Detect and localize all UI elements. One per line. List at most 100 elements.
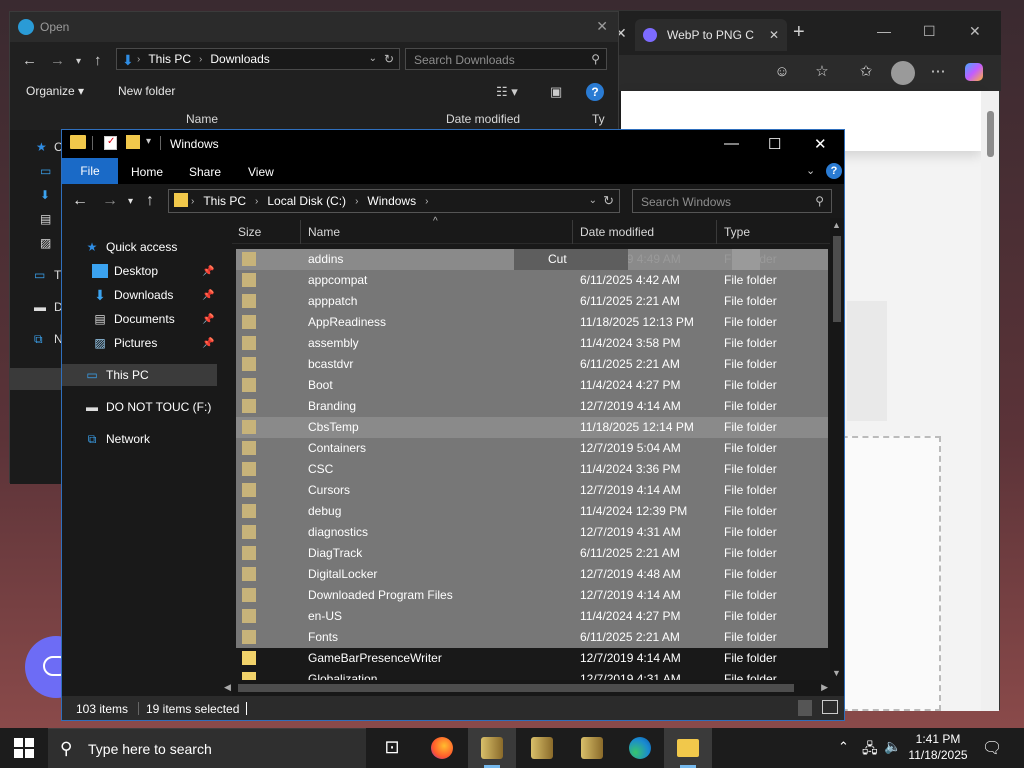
open-dialog-close-button[interactable]: ✕ [596,18,608,35]
scroll-thumb[interactable] [833,236,841,322]
breadcrumb-windows[interactable]: Windows [367,194,416,208]
file-row[interactable]: appcompat 6/11/2025 4:42 AM File folder [236,270,828,291]
column-date-modified[interactable]: Date modified [446,112,520,126]
customize-quick-access-chevron-icon[interactable]: ▾ [146,136,151,147]
explorer-address-bar[interactable]: › This PC › Local Disk (C:) › Windows › … [168,189,620,213]
tab-close-icon[interactable]: ✕ [769,28,779,42]
scroll-right-icon[interactable]: ▶ [821,682,828,693]
taskbar-search-box[interactable]: ⚲ Type here to search [48,728,366,768]
browser-scrollbar[interactable] [981,91,999,711]
profile-avatar-icon[interactable] [891,61,915,85]
notification-center-icon[interactable]: 🗨 [982,738,1002,758]
tab-home[interactable]: Home [131,165,163,179]
column-type[interactable]: Type [724,225,750,239]
column-divider[interactable] [572,220,573,244]
expand-ribbon-chevron-icon[interactable]: ⌄ [806,164,815,177]
scroll-thumb[interactable] [238,684,794,692]
file-list-vertical-scrollbar[interactable]: ▲ ▼ [830,218,844,680]
file-row[interactable]: AppReadiness 11/18/2025 12:13 PM File fold… [236,312,828,333]
explorer-minimize-button[interactable]: — [724,135,739,152]
view-options-icon[interactable]: ☷ ▾ [496,84,518,100]
breadcrumb-local-disk[interactable]: Local Disk (C:) [267,194,346,208]
forward-arrow-icon[interactable]: → [102,192,118,210]
scroll-up-icon[interactable]: ▲ [832,220,841,230]
browser-extensions-icon[interactable]: ☺ [773,63,791,81]
nav-item-network[interactable]: ⧉ Network [62,428,232,450]
file-row[interactable]: CSC 11/4/2024 3:36 PM File folder [236,459,828,480]
explorer-search-input[interactable]: Search Windows ⚲ [632,189,832,213]
nav-item-documents[interactable]: ▤ Documents 📌 [62,308,232,330]
nav-item-this-pc[interactable]: ▭ This PC [62,364,217,386]
copilot-icon[interactable] [965,63,983,81]
address-dropdown-icon[interactable]: ⌄ [589,195,597,206]
file-row[interactable]: CbsTemp 11/18/2025 12:14 PM File folder [236,417,828,438]
file-row[interactable]: en-US 11/4/2024 4:27 PM File folder [236,606,828,627]
new-tab-button[interactable]: + [793,22,805,42]
back-arrow-icon[interactable]: ← [22,52,37,69]
task-view-button[interactable]: ⊡ [368,728,416,768]
more-menu-icon[interactable]: ⋯ [929,63,947,81]
nav-item-pictures[interactable]: ▨ Pictures 📌 [62,332,232,354]
taskbar-winrar-2[interactable] [518,728,566,768]
browser-maximize-button[interactable]: ☐ [923,23,936,40]
network-status-icon[interactable]: 🖧 [862,738,878,762]
properties-icon[interactable] [104,136,117,150]
file-row[interactable]: DigitalLocker 12/7/2019 4:48 AM File folde… [236,564,828,585]
column-divider[interactable] [716,220,717,244]
browser-close-button[interactable]: ✕ [969,23,981,40]
explorer-maximize-button[interactable]: ☐ [768,135,781,153]
file-row[interactable]: Cursors 12/7/2019 4:14 AM File folder [236,480,828,501]
open-dialog-address-bar[interactable]: ⬇ › This PC › Downloads ⌄ ↻ [116,48,400,70]
browser-tab-webp-to-png[interactable]: WebP to PNG C ✕ [635,19,787,51]
column-type[interactable]: Ty [592,112,605,126]
show-hidden-icons-chevron-icon[interactable]: ⌃ [838,739,849,755]
taskbar-winrar-3[interactable] [568,728,616,768]
explorer-close-button[interactable]: ✕ [814,135,827,153]
column-size[interactable]: Size [238,225,261,239]
column-date-modified[interactable]: Date modified [580,225,654,239]
back-arrow-icon[interactable]: ← [72,192,88,210]
organize-button[interactable]: Organize ▾ [26,84,84,98]
favorite-star-icon[interactable]: ☆ [813,63,831,81]
refresh-icon[interactable]: ↻ [603,193,614,209]
nav-item-drive-f[interactable]: ▬ DO NOT TOUC (F:) [62,396,232,418]
file-row[interactable]: Boot 11/4/2024 4:27 PM File folder [236,375,828,396]
taskbar-winrar-1[interactable] [468,728,516,768]
refresh-icon[interactable]: ↻ [384,52,394,66]
pin-icon[interactable]: 📌 [202,290,214,301]
up-arrow-icon[interactable]: ↑ [94,52,102,69]
file-row[interactable]: Fonts 6/11/2025 2:21 AM File folder [236,627,828,648]
file-row[interactable]: DiagTrack 6/11/2025 2:21 AM File folder [236,543,828,564]
browser-scroll-thumb[interactable] [987,111,994,157]
preview-pane-icon[interactable]: ▣ [550,84,562,100]
large-icons-view-icon[interactable] [822,700,838,714]
up-arrow-icon[interactable]: ↑ [146,192,154,210]
nav-item-desktop[interactable]: Desktop 📌 [62,260,232,282]
volume-muted-icon[interactable]: 🔈 [884,738,901,755]
pin-icon[interactable]: 📌 [202,338,214,349]
file-row[interactable]: apppatch 6/11/2025 2:21 AM File folder [236,291,828,312]
taskbar-clock[interactable]: 1:41 PM 11/18/2025 [906,731,970,763]
file-row[interactable]: Containers 12/7/2019 5:04 AM File folder [236,438,828,459]
taskbar-firefox[interactable] [418,728,466,768]
scroll-down-icon[interactable]: ▼ [832,668,841,678]
tab-file[interactable]: File [62,158,118,184]
favorites-list-icon[interactable]: ✩ [857,63,875,81]
file-row[interactable]: Branding 12/7/2019 4:14 AM File folder [236,396,828,417]
file-list-horizontal-scrollbar[interactable]: ◀ ▶ [224,680,830,696]
column-divider[interactable] [300,220,301,244]
breadcrumb-downloads[interactable]: Downloads [210,52,269,66]
browser-minimize-button[interactable]: — [877,23,891,39]
scroll-left-icon[interactable]: ◀ [224,682,231,693]
windows-start-icon[interactable] [14,738,34,758]
new-folder-button[interactable]: New folder [118,84,175,98]
file-row[interactable]: assembly 11/4/2024 3:58 PM File folder [236,333,828,354]
file-row[interactable]: bcastdvr 6/11/2025 2:21 AM File folder [236,354,828,375]
nav-item-downloads[interactable]: ⬇ Downloads 📌 [62,284,232,306]
open-dialog-search-input[interactable]: Search Downloads ⚲ [405,48,607,70]
taskbar-file-explorer[interactable] [664,728,712,768]
nav-item-quick-access[interactable]: ★ Quick access [62,236,232,258]
file-row[interactable]: GameBarPresenceWriter 12/7/2019 4:14 AM Fi… [236,648,828,669]
help-icon[interactable]: ? [586,83,604,101]
recent-locations-chevron-icon[interactable]: ▾ [128,196,133,207]
